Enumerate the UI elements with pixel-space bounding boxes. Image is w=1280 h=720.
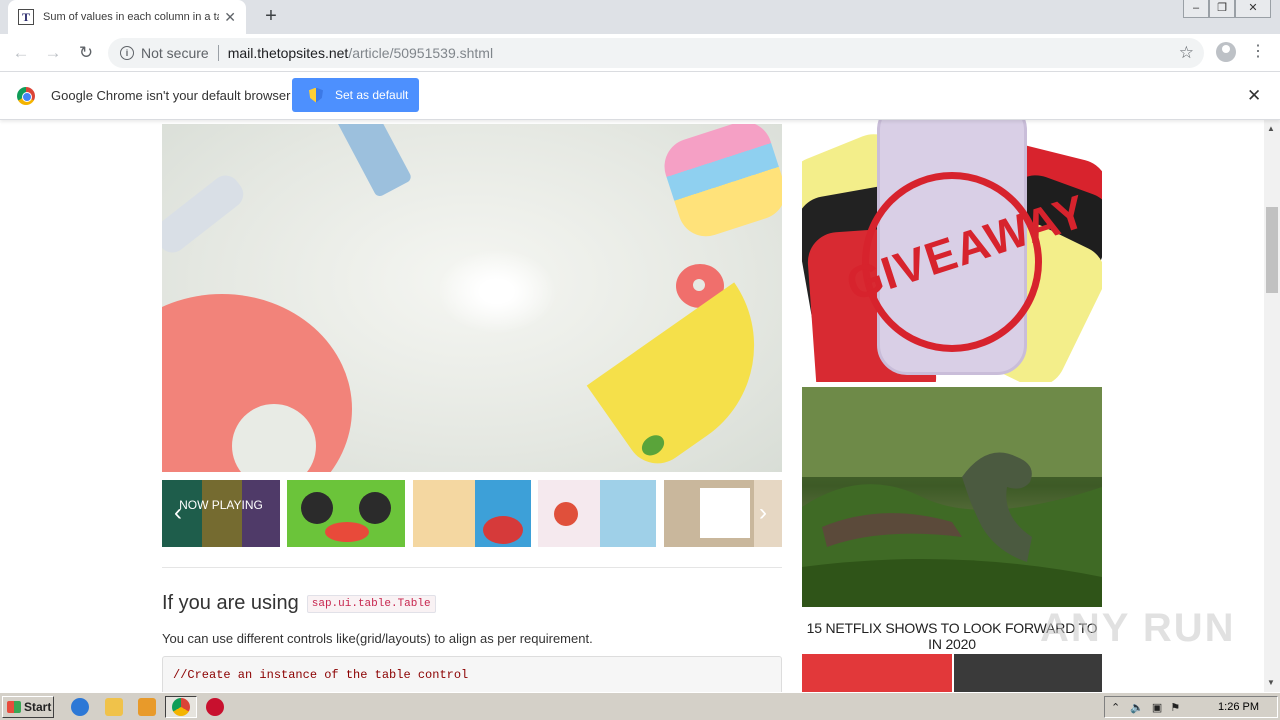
forward-button[interactable]: → (41, 41, 65, 65)
video-scene-tube (162, 169, 249, 259)
video-scene-powder (437, 249, 557, 334)
uac-shield-icon (309, 87, 323, 103)
infobar-close-icon[interactable]: ✕ (1247, 86, 1261, 106)
thumb-image (287, 480, 405, 547)
address-bar[interactable]: i Not secure mail.thetopsites.net/articl… (108, 38, 1204, 68)
tab-strip: T Sum of values in each column in a tabl… (0, 0, 1280, 34)
playlist-thumb[interactable] (287, 480, 405, 547)
url-path: /article/50951539.shtml (348, 45, 494, 61)
page-scrollbar[interactable]: ▲ ▼ (1264, 120, 1280, 692)
url-host: mail.thetopsites.net (227, 45, 349, 61)
browser-tab[interactable]: T Sum of values in each column in a tabl… (8, 0, 246, 34)
answer-paragraph: You can use different controls like(grid… (162, 631, 593, 646)
bookmark-star-icon[interactable]: ☆ (1179, 43, 1194, 63)
thumb-image (538, 480, 656, 547)
windows-taskbar: Start ⌃ 🔈 ▣ ⚑ 1:26 PM (0, 692, 1280, 720)
video-player[interactable] (162, 124, 782, 472)
heading-text: If you are using (162, 592, 299, 614)
anyrun-watermark: ANY RUN (1040, 606, 1236, 650)
set-as-default-button[interactable]: Set as default (292, 78, 419, 112)
media-player-icon[interactable] (138, 698, 156, 716)
restore-button[interactable]: ❐ (1209, 0, 1235, 18)
antivirus-icon[interactable] (206, 698, 224, 716)
taskbar-clock[interactable]: 1:26 PM (1218, 701, 1259, 713)
dinosaur-ad[interactable] (802, 387, 1102, 607)
close-window-button[interactable]: ✕ (1235, 0, 1271, 18)
thumb-image (413, 480, 531, 547)
volume-icon[interactable]: 🔈 (1130, 701, 1144, 714)
playlist-next-arrow-icon[interactable]: › (753, 500, 773, 528)
scroll-up-arrow-icon[interactable]: ▲ (1267, 124, 1275, 133)
playlist-thumb[interactable] (413, 480, 531, 547)
reload-button[interactable]: ↻ (74, 41, 98, 65)
system-tray: ⌃ 🔈 ▣ ⚑ 1:26 PM (1104, 696, 1278, 718)
code-line: //Create an instance of the table contro… (173, 668, 469, 682)
tab-title: Sum of values in each column in a table (43, 11, 219, 23)
start-label: Start (24, 700, 52, 714)
answer-heading: If you are using sap.ui.table.Table (162, 592, 436, 615)
security-label: Not secure (141, 45, 209, 61)
video-scene-banana (586, 282, 782, 472)
chrome-icon (172, 698, 190, 716)
minimize-button[interactable]: – (1183, 0, 1209, 18)
new-tab-button[interactable]: + (260, 5, 282, 27)
profile-avatar-icon[interactable] (1216, 42, 1236, 62)
web-page: NOW PLAYING ‹ › If you are using sap.ui.… (0, 120, 1264, 692)
video-playlist: NOW PLAYING ‹ › (162, 480, 782, 547)
site-favicon-icon: T (18, 9, 34, 25)
scrollbar-thumb[interactable] (1266, 207, 1278, 293)
windows-logo-icon (7, 701, 21, 713)
video-scene-squishy-cake (657, 124, 782, 244)
tray-expand-icon[interactable]: ⌃ (1111, 701, 1120, 714)
giveaway-ad[interactable]: GIVEAWAY (802, 120, 1102, 382)
code-block: //Create an instance of the table contro… (162, 656, 782, 692)
default-browser-infobar: Google Chrome isn't your default browser (0, 72, 1280, 120)
action-center-flag-icon[interactable]: ⚑ (1170, 701, 1180, 714)
set-as-default-label: Set as default (335, 88, 409, 102)
tab-close-icon[interactable]: ✕ (224, 9, 236, 26)
back-button[interactable]: ← (9, 41, 33, 65)
scroll-down-arrow-icon[interactable]: ▼ (1267, 678, 1275, 687)
browser-toolbar: ← → ↻ i Not secure mail.thetopsites.net /… (0, 34, 1280, 72)
info-icon[interactable]: i (120, 46, 134, 60)
network-icon[interactable]: ▣ (1152, 701, 1162, 714)
heading-code: sap.ui.table.Table (306, 594, 436, 613)
video-scene-glue (335, 124, 413, 199)
browser-menu-icon[interactable]: ⋮ (1250, 40, 1266, 64)
dinosaur-scene (802, 387, 1102, 607)
address-separator (217, 45, 219, 61)
ie-icon[interactable] (71, 698, 89, 716)
chrome-logo-icon (17, 87, 35, 105)
explorer-folder-icon[interactable] (105, 698, 123, 716)
playlist-thumb[interactable] (538, 480, 656, 547)
ad-thumb-dark[interactable] (954, 654, 1102, 692)
section-divider (162, 567, 782, 568)
start-button[interactable]: Start (2, 696, 54, 718)
video-scene-donut (162, 294, 352, 472)
playlist-prev-arrow-icon[interactable]: ‹ (168, 500, 188, 528)
ad-thumb-red[interactable] (802, 654, 952, 692)
infobar-message: Google Chrome isn't your default browser (51, 88, 291, 103)
